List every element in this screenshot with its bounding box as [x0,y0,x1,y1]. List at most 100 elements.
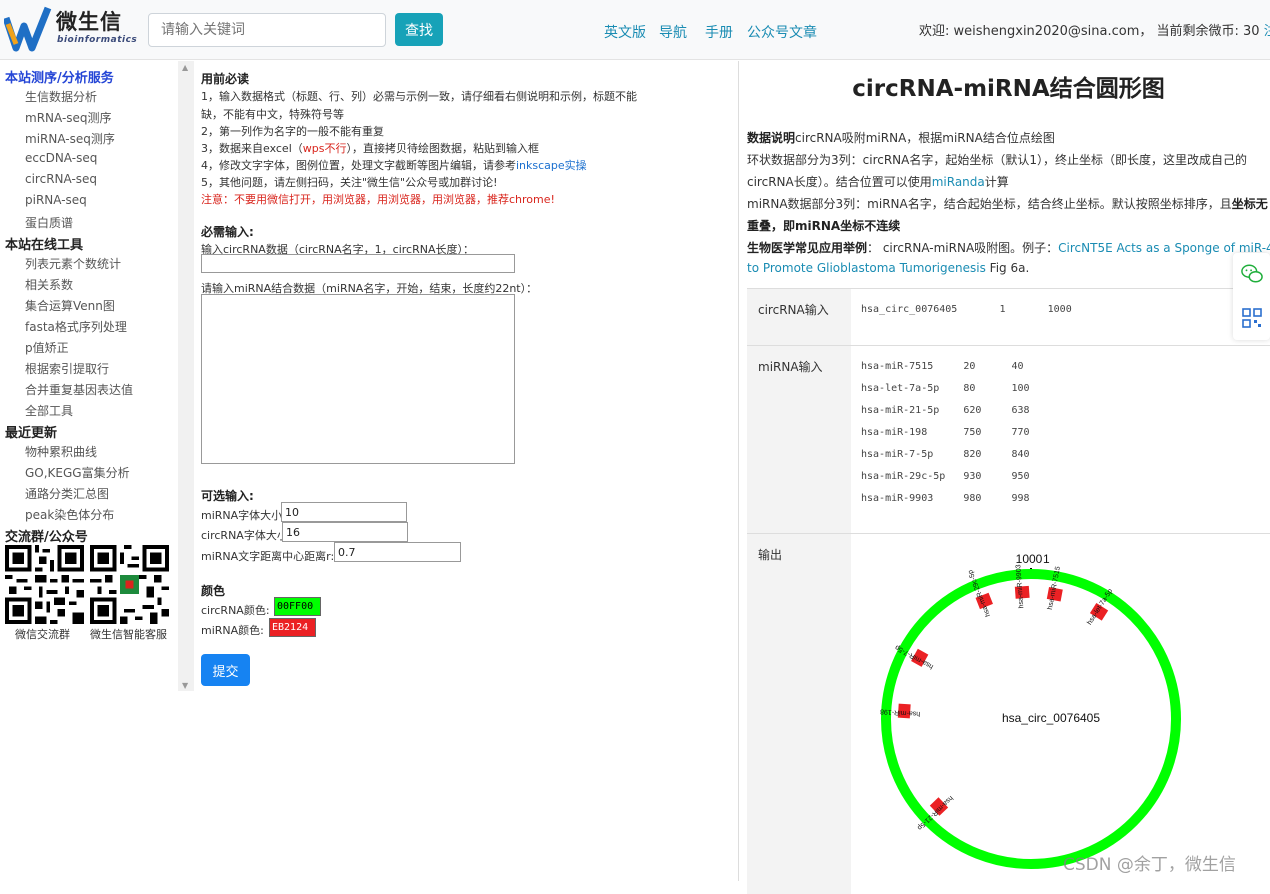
notice-line: 5，其他问题，请左侧扫码，关注"微生信"公众号或加群讨论! [201,176,498,189]
sidebar-item[interactable]: GO,KEGG富集分析 [25,464,130,481]
nav-english[interactable]: 英文版 [604,22,646,42]
mirna-row: hsa-miR-21-5p 620 638 [861,405,1030,416]
sidebar-scrollbar[interactable]: ▲ ▼ [178,61,194,691]
mirna-textarea[interactable] [201,294,515,464]
circ-input-header: circRNA输入 [747,289,851,346]
circ-input-cell: hsa_circ_0076405 1 1000 [851,289,1270,346]
search-button[interactable]: 查找 [395,13,443,46]
wps-note: wps不行 [302,142,347,155]
qr-code-icon [5,545,84,624]
scroll-up-icon[interactable]: ▲ [182,63,188,72]
sidebar-item[interactable]: 相关系数 [25,276,73,293]
desc-text: miRNA数据部分3列：miRNA名字，结合起始坐标，结合终止坐标。默认按照坐标… [747,197,1232,211]
sidebar-item[interactable]: 合并重复基因表达值 [25,381,133,398]
notice-line: 3，数据来自excel（wps不行），直接拷贝待绘图数据，粘贴到输入框 [201,140,539,156]
welcome-text: 欢迎: weishengxin2020@sina.com， 当前剩余微币: 30… [919,20,1270,39]
nav-guide[interactable]: 导航 [659,22,687,42]
inkscape-link[interactable]: inkscape实操 [516,159,587,172]
sidebar-item[interactable]: 根据索引提取行 [25,360,109,377]
notice-line: 缺，不能有中文，特殊符号等 [201,108,344,121]
watermark-text: CSDN @余丁，微生信 [1063,855,1236,875]
sidebar: 本站测序/分析服务 生信数据分析 mRNA-seq测序 miRNA-seq测序 … [0,61,178,881]
example-table: circRNA输入 hsa_circ_0076405 1 1000 miRNA输… [747,288,1270,894]
sidebar-section-services[interactable]: 本站测序/分析服务 [5,67,114,86]
example-line: to Promote Glioblastoma Tumorigenesis Fi… [747,261,1029,275]
qr-caption: 微生信智能客服 [90,628,167,641]
welcome-message: 欢迎: weishengxin2020@sina.com， 当前剩余微币: 30 [919,24,1260,39]
mirna-font-input[interactable] [281,502,407,522]
help-panel: circRNA-miRNA结合圆形图 数据说明circRNA吸附miRNA，根据… [747,61,1270,894]
notice-line: 1，输入数据格式（标题、行、列）必需与示例一致，请仔细看右侧说明和示例，标题不能 [201,90,637,103]
circ-font-input[interactable] [282,522,408,542]
sidebar-section-updates: 最近更新 [5,426,58,441]
mirna-row: hsa-miR-9903 980 998 [861,493,1030,504]
output-header: 输出 [747,534,851,894]
output-cell: 1000 1 hsa_circ_0076405 hsa-miR-7515 hsa-… [851,534,1270,894]
sidebar-item[interactable]: circRNA-seq [25,172,97,186]
plot-label-end: 1000 [1016,552,1043,566]
notice-title: 用前必读 [201,72,250,86]
sidebar-item[interactable]: miRNA-seq测序 [25,130,115,147]
sidebar-item[interactable]: peak染色体分布 [25,506,114,523]
panel-divider [738,61,739,881]
circrna-name: hsa_circ_0076405 [1002,711,1100,725]
logout-link[interactable]: 注销 [1264,24,1270,39]
sidebar-item[interactable]: piRNA-seq [25,193,87,207]
sidebar-item[interactable]: fasta格式序列处理 [25,318,127,335]
scroll-down-icon[interactable]: ▼ [182,681,188,690]
circrna-textarea[interactable] [201,254,515,273]
logo-subtitle: bioinformatics [57,35,138,45]
required-title: 必需输入: [201,225,254,239]
example-heading: 生物医学常见应用举例 [747,241,868,255]
notice-text: ），直接拷贝待绘图数据，粘贴到输入框 [346,142,539,155]
sidebar-item[interactable]: 全部工具 [25,402,73,419]
qr-share-icon[interactable] [1242,308,1262,328]
mirna-sites: hsa-miR-7515 hsa-let-7a-5phsa-miR-21-5phs… [880,564,1115,831]
wechat-icon[interactable] [1241,263,1263,285]
sidebar-item[interactable]: 通路分类汇总图 [25,485,109,502]
search-input[interactable] [148,13,386,47]
floating-share-bar [1233,253,1270,340]
sidebar-item[interactable]: 物种累积曲线 [25,443,97,460]
notice-line: 2，第一列作为名字的一般不能有重复 [201,125,384,138]
sidebar-item[interactable]: p值矫正 [25,339,69,356]
sidebar-item[interactable]: eccDNA-seq [25,151,97,165]
nav-articles[interactable]: 公众号文章 [747,22,817,42]
desc-bold: 重叠，即miRNA坐标不连续 [747,219,901,233]
example-link[interactable]: to Promote Glioblastoma Tumorigenesis [747,261,986,275]
sidebar-item[interactable]: mRNA-seq测序 [25,109,112,126]
mirna-row: hsa-miR-7515 20 40 [861,361,1024,372]
desc-text: circRNA长度）。结合位置可以使用 [747,175,932,189]
mirna-color-picker[interactable]: EB2124 [269,618,316,637]
distance-label: miRNA文字距离中心距离r: [201,550,335,563]
qr-caption: 微信交流群 [15,628,70,641]
circ-color-picker[interactable]: 00FF00 [274,597,321,616]
mirna-input-cell: hsa-miR-7515 20 40 hsa-let-7a-5p 80 100 … [851,346,1270,534]
plot-label-start: 1 [1043,552,1050,566]
desc-bold: 坐标无 [1231,197,1268,211]
desc-line: miRNA数据部分3列：miRNA名字，结合起始坐标，结合终止坐标。默认按照坐标… [747,195,1268,212]
mirna-row: hsa-miR-7-5p 820 840 [861,449,1030,460]
notice-text: 3，数据来自excel（ [201,142,303,155]
desc-line: 数据说明circRNA吸附miRNA，根据miRNA结合位点绘图 [747,129,1055,146]
distance-input[interactable] [334,542,461,562]
color-title: 颜色 [201,584,226,598]
nav-manual[interactable]: 手册 [705,22,733,42]
qr-code-icon [90,545,169,624]
submit-button[interactable]: 提交 [201,654,250,686]
top-navbar: 微生信 bioinformatics 查找 英文版 导航 手册 公众号文章 欢迎… [0,0,1270,60]
circ-font-label: circRNA字体大小 [201,529,288,542]
sidebar-item[interactable]: 蛋白质谱 [25,214,73,231]
mirna-row: hsa-miR-29c-5p 930 950 [861,471,1030,482]
optional-title: 可选输入: [201,489,254,503]
sidebar-item[interactable]: 集合运算Venn图 [25,297,115,314]
example-line: 生物医学常见应用举例： circRNA-miRNA吸附图。例子：CircNT5E… [747,239,1270,256]
desc-line: 重叠，即miRNA坐标不连续 [747,217,900,234]
sidebar-section-community: 交流群/公众号 [5,530,88,545]
miranda-link[interactable]: miRanda [932,175,985,189]
notice-line: 4，修改文字字体，图例位置，处理文字截断等图片编辑，请参考inkscape实操 [201,157,587,173]
sidebar-item[interactable]: 列表元素个数统计 [25,255,121,272]
sidebar-item[interactable]: 生信数据分析 [25,88,97,105]
mirna-input-header: miRNA输入 [747,346,851,534]
circrna-plot: 1000 1 hsa_circ_0076405 hsa-miR-7515 hsa-… [880,552,1181,869]
